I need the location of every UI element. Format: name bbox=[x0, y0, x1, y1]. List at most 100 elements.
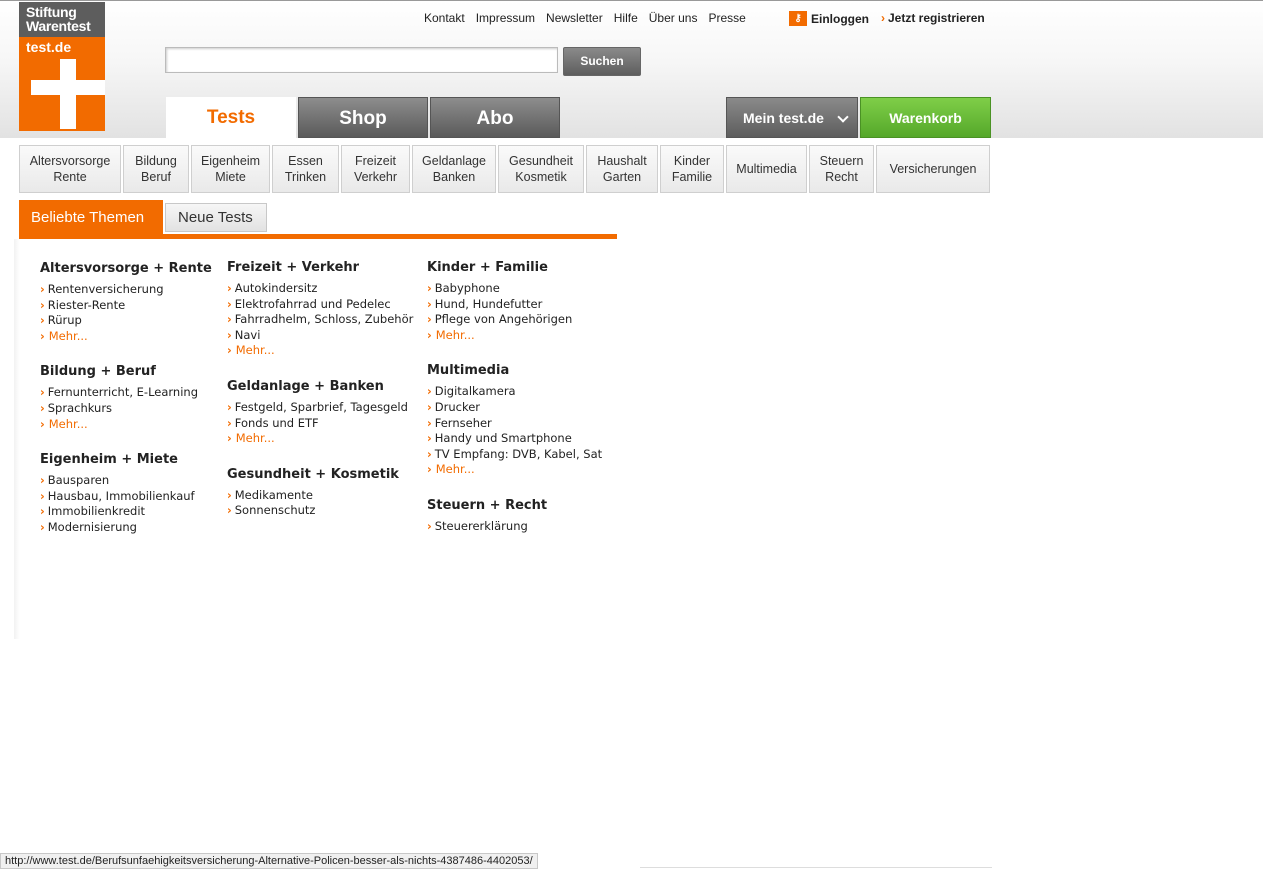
topic-group-title[interactable]: Altersvorsorge + Rente bbox=[40, 261, 220, 276]
topic-link[interactable]: › Hund, Hundefutter bbox=[427, 297, 617, 313]
register-label: Jetzt registrieren bbox=[888, 11, 985, 25]
topic-link[interactable]: › Festgeld, Sparbrief, Tagesgeld bbox=[227, 400, 417, 416]
category-essen[interactable]: Essen Trinken bbox=[272, 145, 339, 193]
chevron-right-icon: › bbox=[40, 385, 45, 400]
category-steuern[interactable]: Steuern Recht bbox=[809, 145, 874, 193]
login-link[interactable]: ⚷ Einloggen bbox=[789, 11, 869, 26]
topic-group: Multimedia › Digitalkamera › Drucker › Fernseh… bbox=[427, 363, 617, 478]
nav-newsletter[interactable]: Newsletter bbox=[546, 11, 603, 25]
warenkorb-button[interactable]: Warenkorb bbox=[860, 97, 991, 138]
category-kinder[interactable]: Kinder Familie bbox=[660, 145, 724, 193]
topic-link[interactable]: › Modernisierung bbox=[40, 520, 220, 535]
topic-group-title[interactable]: Gesundheit + Kosmetik bbox=[227, 467, 417, 482]
category-multimedia[interactable]: Multimedia bbox=[726, 145, 807, 193]
topic-link[interactable]: › Sprachkurs bbox=[40, 401, 220, 417]
category-eigenheim[interactable]: Eigenheim Miete bbox=[191, 145, 270, 193]
chevron-right-icon: › bbox=[427, 281, 432, 295]
more-link[interactable]: › Mehr... bbox=[227, 431, 417, 447]
chevron-right-icon: › bbox=[427, 462, 436, 477]
category-geldanlage[interactable]: Geldanlage Banken bbox=[412, 145, 496, 193]
nav-kontakt[interactable]: Kontakt bbox=[424, 11, 465, 25]
tab-beliebte-themen[interactable]: Beliebte Themen bbox=[19, 200, 163, 239]
topic-group: Gesundheit + Kosmetik › Medikamente › Sonnen… bbox=[227, 467, 417, 519]
nav-hilfe[interactable]: Hilfe bbox=[614, 11, 638, 25]
chevron-right-icon: › bbox=[227, 312, 232, 327]
browser-status-bar: http://www.test.de/Berufsunfaehigkeitsve… bbox=[0, 853, 538, 869]
more-link[interactable]: › Mehr... bbox=[427, 462, 617, 478]
topic-link[interactable]: › Navi bbox=[227, 328, 417, 344]
more-link[interactable]: › Mehr... bbox=[427, 328, 617, 344]
tab-abo[interactable]: Abo bbox=[430, 97, 560, 138]
chevron-right-icon: › bbox=[881, 11, 885, 25]
topics-column-2: Freizeit + Verkehr › Autokindersitz › Elektr… bbox=[227, 260, 417, 535]
topic-link[interactable]: › Digitalkamera bbox=[427, 384, 617, 400]
topic-link[interactable]: › Handy und Smartphone bbox=[427, 431, 617, 447]
topic-link[interactable]: › Sonnenschutz bbox=[227, 503, 417, 519]
topic-link[interactable]: › Hausbau, Immobilienkauf bbox=[40, 489, 220, 505]
category-freizeit[interactable]: Freizeit Verkehr bbox=[341, 145, 410, 193]
topic-group-title[interactable]: Geldanlage + Banken bbox=[227, 379, 417, 394]
topic-link[interactable]: › Fernseher bbox=[427, 416, 617, 432]
more-link[interactable]: › Mehr... bbox=[40, 329, 220, 345]
nav-ueber-uns[interactable]: Über uns bbox=[649, 11, 698, 25]
topic-group: Geldanlage + Banken › Festgeld, Sparbrief,… bbox=[227, 379, 417, 447]
topic-group: Freizeit + Verkehr › Autokindersitz › Elektr… bbox=[227, 260, 417, 359]
topic-group-title[interactable]: Multimedia bbox=[427, 363, 617, 378]
topic-link[interactable]: › Autokindersitz bbox=[227, 281, 417, 297]
category-haushalt[interactable]: Haushalt Garten bbox=[586, 145, 658, 193]
register-link[interactable]: › Jetzt registrieren bbox=[881, 11, 985, 25]
topic-link[interactable]: › Fahrradhelm, Schloss, Zubehör bbox=[227, 312, 417, 328]
topic-link[interactable]: › Fernunterricht, E-Learning bbox=[40, 385, 220, 401]
nav-presse[interactable]: Presse bbox=[708, 11, 745, 25]
search-button[interactable]: Suchen bbox=[563, 47, 641, 76]
topic-group-title[interactable]: Bildung + Beruf bbox=[40, 364, 220, 379]
topic-link[interactable]: › Rentenversicherung bbox=[40, 282, 220, 298]
topic-link[interactable]: › TV Empfang: DVB, Kabel, Sat bbox=[427, 447, 617, 463]
category-gesundheit[interactable]: Gesundheit Kosmetik bbox=[498, 145, 584, 193]
chevron-right-icon: › bbox=[427, 415, 432, 430]
topic-link[interactable]: › Immobilienkredit bbox=[40, 504, 220, 520]
category-altersvorsorge[interactable]: Altersvorsorge Rente bbox=[19, 145, 121, 193]
tab-tests[interactable]: Tests bbox=[166, 97, 296, 138]
category-bar: Altersvorsorge Rente Bildung Beruf Eigenhe… bbox=[19, 145, 990, 193]
topic-link[interactable]: › Pflege von Angehörigen bbox=[427, 312, 617, 328]
topic-group: Steuern + Recht › Steuererklärung bbox=[427, 498, 617, 535]
topic-link[interactable]: › Drucker bbox=[427, 400, 617, 416]
mein-test-de-label: Mein test.de bbox=[743, 110, 824, 126]
topic-link[interactable]: › Babyphone bbox=[427, 281, 617, 297]
topic-link[interactable]: › Steuererklärung bbox=[427, 519, 617, 535]
chevron-right-icon: › bbox=[40, 504, 45, 519]
topic-link[interactable]: › Fonds und ETF bbox=[227, 416, 417, 432]
chevron-right-icon: › bbox=[227, 327, 232, 342]
nav-impressum[interactable]: Impressum bbox=[476, 11, 535, 25]
topic-link[interactable]: › Medikamente bbox=[227, 488, 417, 504]
topic-link[interactable]: › Rürup bbox=[40, 313, 220, 329]
category-versicherungen[interactable]: Versicherungen bbox=[876, 145, 990, 193]
topic-link[interactable]: › Elektrofahrrad und Pedelec bbox=[227, 297, 417, 313]
chevron-right-icon: › bbox=[40, 488, 45, 503]
topic-group-title[interactable]: Kinder + Familie bbox=[427, 260, 617, 275]
topic-group-title[interactable]: Freizeit + Verkehr bbox=[227, 260, 417, 275]
chevron-right-icon: › bbox=[40, 328, 49, 343]
stiftung-warentest-logo[interactable]: Stiftung Warentest test.de bbox=[19, 2, 105, 131]
mein-test-de-menu[interactable]: Mein test.de bbox=[726, 97, 858, 138]
chevron-right-icon: › bbox=[427, 446, 432, 461]
search-input[interactable] bbox=[165, 47, 558, 73]
topic-link[interactable]: › Riester-Rente bbox=[40, 298, 220, 314]
more-link[interactable]: › Mehr... bbox=[40, 417, 220, 433]
top-navigation: Kontakt Impressum Newsletter Hilfe Über … bbox=[424, 11, 746, 25]
tab-neue-tests[interactable]: Neue Tests bbox=[165, 203, 267, 232]
chevron-right-icon: › bbox=[427, 296, 432, 311]
chevron-right-icon: › bbox=[40, 282, 45, 296]
category-bildung[interactable]: Bildung Beruf bbox=[123, 145, 189, 193]
chevron-right-icon: › bbox=[227, 281, 232, 295]
topic-group-title[interactable]: Eigenheim + Miete bbox=[40, 452, 220, 467]
logo-line-2: Warentest bbox=[26, 18, 91, 34]
more-link[interactable]: › Mehr... bbox=[227, 343, 417, 359]
topic-link[interactable]: › Bausparen bbox=[40, 473, 220, 489]
topic-group-title[interactable]: Steuern + Recht bbox=[427, 498, 617, 513]
chevron-right-icon: › bbox=[40, 519, 45, 534]
tab-shop[interactable]: Shop bbox=[298, 97, 428, 138]
chevron-right-icon: › bbox=[227, 343, 236, 358]
logo-domain: test.de bbox=[26, 39, 72, 55]
